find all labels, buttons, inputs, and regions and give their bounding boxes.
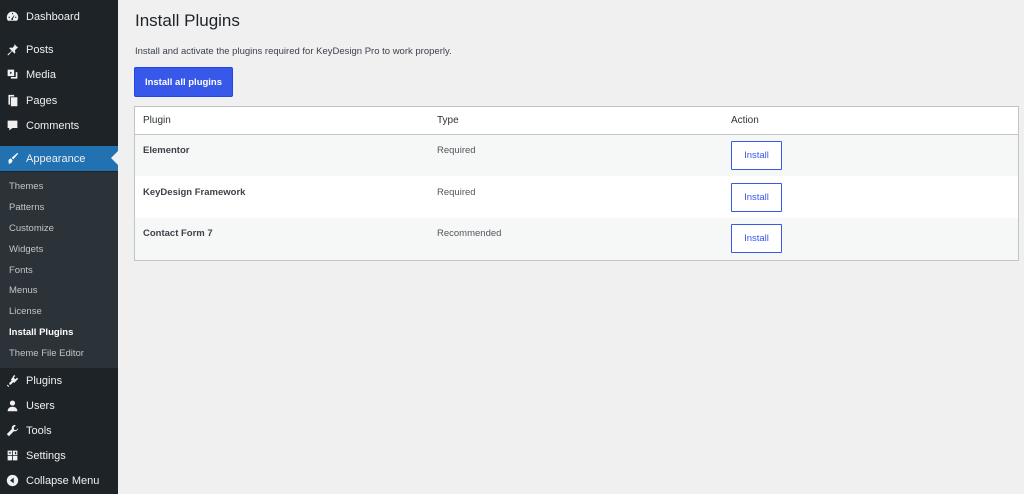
wrench-icon [0,424,26,437]
menu-label: Comments [26,119,80,132]
menu-label: Plugins [26,374,63,387]
page-description: Install and activate the plugins require… [135,46,452,57]
submenu-item-fonts[interactable]: Fonts [9,265,33,276]
install-contact-form-7-button[interactable]: Install [731,224,782,253]
submenu-item-patterns[interactable]: Patterns [9,202,44,213]
plugin-name: Elementor [143,145,190,156]
plugins-icon [0,374,26,387]
collapse-icon [0,474,26,487]
menu-item-posts[interactable]: Posts [0,37,118,62]
submenu-item-widgets[interactable]: Widgets [9,244,43,255]
menu-label: Tools [26,424,52,437]
menu-item-settings[interactable]: Settings [0,443,118,468]
submenu-item-menus[interactable]: Menus [9,285,38,296]
comments-icon [0,119,26,132]
menu-item-pages[interactable]: Pages [0,88,118,113]
menu-item-media[interactable]: Media [0,62,118,87]
menu-label: Collapse Menu [26,474,100,487]
settings-icon [0,449,26,462]
menu-label: Appearance [26,152,86,165]
submenu-item-customize[interactable]: Customize [9,223,54,234]
plugin-type: Recommended [437,228,502,239]
admin-sidebar: Dashboard Posts Media Pages Comments App… [0,0,118,494]
menu-label: Settings [26,449,66,462]
submenu-item-theme-file-editor[interactable]: Theme File Editor [9,348,84,359]
menu-label: Users [26,399,55,412]
users-icon [0,399,26,412]
menu-label: Media [26,68,56,81]
menu-label: Posts [26,43,54,56]
media-icon [0,68,26,81]
pin-icon [0,43,26,56]
table-row: Contact Form 7 Recommended Install [135,218,1018,260]
plugin-type: Required [437,145,476,156]
submenu-item-themes[interactable]: Themes [9,181,43,192]
submenu-item-license[interactable]: License [9,306,42,317]
menu-item-plugins[interactable]: Plugins [0,368,118,393]
column-header-type: Type [437,115,459,126]
paintbrush-icon [0,152,26,165]
menu-item-comments[interactable]: Comments [0,113,118,138]
menu-item-users[interactable]: Users [0,393,118,418]
column-header-plugin: Plugin [143,115,171,126]
plugins-table: Plugin Type Action Elementor Required In… [134,106,1019,261]
appearance-submenu: Themes Patterns Customize Widgets Fonts … [0,172,118,368]
menu-item-tools[interactable]: Tools [0,418,118,443]
table-header: Plugin Type Action [135,107,1018,135]
collapse-menu-button[interactable]: Collapse Menu [0,468,118,493]
menu-label: Dashboard [26,10,80,23]
menu-item-appearance[interactable]: Appearance [0,146,118,171]
pages-icon [0,94,26,107]
plugin-type: Required [437,187,476,198]
table-row: Elementor Required Install [135,135,1018,176]
table-row: KeyDesign Framework Required Install [135,177,1018,218]
install-keydesign-framework-button[interactable]: Install [731,183,782,212]
dashboard-icon [0,10,26,23]
install-elementor-button[interactable]: Install [731,141,782,170]
plugin-name: Contact Form 7 [143,228,213,239]
submenu-item-install-plugins[interactable]: Install Plugins [9,327,73,338]
page-title: Install Plugins [135,11,240,30]
column-header-action: Action [731,115,759,126]
plugin-name: KeyDesign Framework [143,187,246,198]
install-all-plugins-button[interactable]: Install all plugins [134,67,233,97]
menu-item-dashboard[interactable]: Dashboard [0,4,118,29]
menu-label: Pages [26,94,58,107]
